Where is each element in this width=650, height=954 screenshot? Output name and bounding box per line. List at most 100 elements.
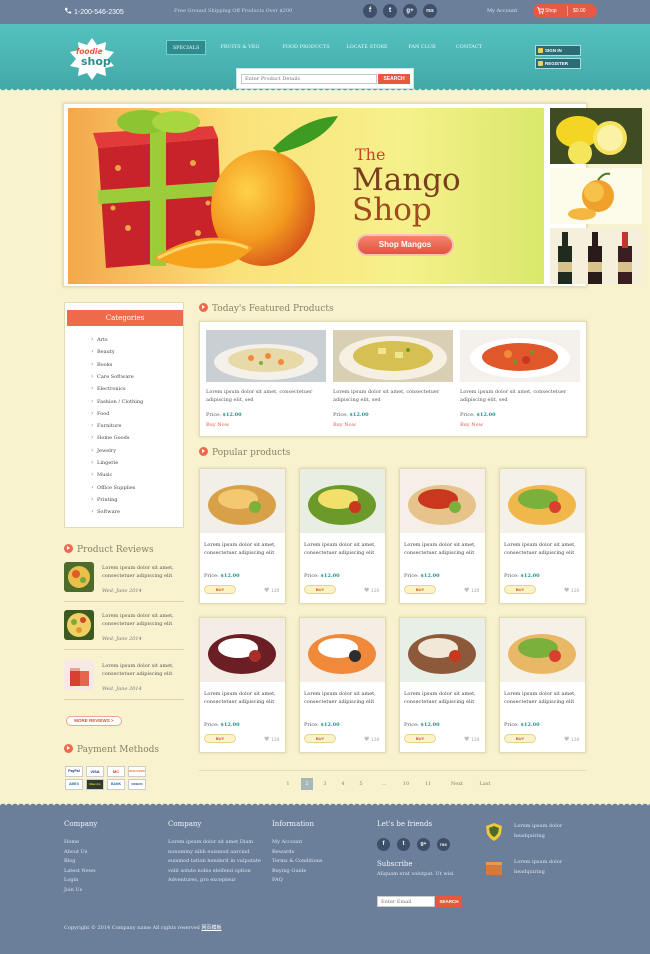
featured-product[interactable]: Lorem ipsum dolor sit amet, consectetuer… xyxy=(333,330,453,428)
footer-link[interactable]: Blog xyxy=(64,857,75,867)
buy-button[interactable]: BUY xyxy=(304,734,336,743)
page-link[interactable]: 3 xyxy=(319,778,331,790)
featured-product[interactable]: Lorem ipsum dolor sit amet, consectetuer… xyxy=(206,330,326,428)
nav-locate-store[interactable]: LOCATE STORE xyxy=(342,40,392,55)
apple-thumbnail[interactable] xyxy=(550,168,642,224)
banner-image[interactable]: The Mango Shop Shop Mangos xyxy=(68,108,544,284)
like-count[interactable]: ♥ 120 xyxy=(364,587,379,594)
shop-mangos-button[interactable]: Shop Mangos xyxy=(356,234,454,256)
google-plus-icon[interactable]: g+ xyxy=(403,4,417,18)
footer-link[interactable]: About Us xyxy=(64,848,87,858)
footer-link[interactable]: Latest News xyxy=(64,867,96,877)
page-link[interactable]: 11 xyxy=(422,778,434,790)
footer-link[interactable]: Buying Guide xyxy=(272,867,306,877)
category-item[interactable]: Fashion / Clothing xyxy=(91,398,143,405)
buy-now-link[interactable]: Buy Now xyxy=(460,422,580,428)
subscribe-email-input[interactable] xyxy=(377,896,435,907)
buy-button[interactable]: BUY xyxy=(204,734,236,743)
product-card[interactable]: Lorem ipsum dolor sit amet, consectetuer… xyxy=(199,617,286,753)
category-item[interactable]: Beauty xyxy=(91,348,115,355)
page-link[interactable]: 5 xyxy=(355,778,367,790)
footer-google-plus-icon[interactable]: g+ xyxy=(417,838,430,851)
review-item[interactable]: Lorem ipsum dolor sit amet, consectetuer… xyxy=(64,656,184,700)
register-button[interactable]: REGISTER xyxy=(535,58,581,69)
category-item[interactable]: Jewelry xyxy=(91,447,116,454)
page-link[interactable]: Last xyxy=(474,778,496,790)
nav-fruits-veg[interactable]: FRUITS & VEG xyxy=(214,40,266,55)
buy-now-link[interactable]: Buy Now xyxy=(206,422,326,428)
featured-product[interactable]: Lorem ipsum dolor sit amet, consectetuer… xyxy=(460,330,580,428)
category-item[interactable]: Software xyxy=(91,508,120,515)
review-item[interactable]: Lorem ipsum dolor sit amet, consectetuer… xyxy=(64,606,184,650)
product-card[interactable]: Lorem ipsum dolor sit amet, consectetuer… xyxy=(299,617,386,753)
buy-button[interactable]: BUY xyxy=(504,734,536,743)
category-item[interactable]: Electronics xyxy=(91,385,126,392)
product-card[interactable]: Lorem ipsum dolor sit amet, consectetuer… xyxy=(399,617,486,753)
copyright-link[interactable]: 网页模板 xyxy=(201,925,221,931)
my-account-link[interactable]: My Account xyxy=(487,8,517,14)
page-link[interactable]: 2 xyxy=(301,778,313,790)
category-item[interactable]: Office Supplies xyxy=(91,484,135,491)
category-item[interactable]: Food xyxy=(91,410,110,417)
buy-now-link[interactable]: Buy Now xyxy=(333,422,453,428)
product-card[interactable]: Lorem ipsum dolor sit amet, consectetuer… xyxy=(499,468,586,604)
like-count[interactable]: ♥ 120 xyxy=(464,736,479,743)
page-link[interactable]: ... xyxy=(378,778,390,790)
facebook-icon[interactable]: f xyxy=(363,4,377,18)
buy-button[interactable]: BUY xyxy=(404,585,436,594)
site-logo[interactable]: foodie shop xyxy=(67,37,117,81)
nav-contact[interactable]: CONTACT xyxy=(452,40,486,55)
product-card[interactable]: Lorem ipsum dolor sit amet, consectetuer… xyxy=(299,468,386,604)
like-count[interactable]: ♥ 120 xyxy=(564,587,579,594)
category-item[interactable]: Arts xyxy=(91,336,107,343)
footer-rss-icon[interactable]: rss xyxy=(437,838,450,851)
category-item[interactable]: Printing xyxy=(91,496,117,503)
footer-link[interactable]: My Account xyxy=(272,838,302,848)
nav-specials[interactable]: SPECIALS xyxy=(166,40,206,55)
twitter-icon[interactable]: t xyxy=(383,4,397,18)
category-item[interactable]: Lingerie xyxy=(91,459,118,466)
category-item[interactable]: Care Software xyxy=(91,373,134,380)
page-link[interactable]: 1 xyxy=(282,778,294,790)
subscribe-button[interactable]: SEARCH xyxy=(436,896,462,907)
footer-twitter-icon[interactable]: t xyxy=(397,838,410,851)
like-count[interactable]: ♥ 120 xyxy=(364,736,379,743)
like-count[interactable]: ♥ 120 xyxy=(264,736,279,743)
nav-fan-club[interactable]: FAN CLUB xyxy=(402,40,442,55)
like-count[interactable]: ♥ 120 xyxy=(564,736,579,743)
buy-button[interactable]: BUY xyxy=(304,585,336,594)
footer-link[interactable]: Terms & Conditions xyxy=(272,857,323,867)
like-count[interactable]: ♥ 120 xyxy=(464,587,479,594)
buy-button[interactable]: BUY xyxy=(204,585,236,594)
footer-link[interactable]: Home xyxy=(64,838,79,848)
more-reviews-button[interactable]: MORE REVIEWS > xyxy=(66,716,122,726)
footer-link[interactable]: FAQ xyxy=(272,876,283,886)
footer-facebook-icon[interactable]: f xyxy=(377,838,390,851)
footer-link[interactable]: Rewards xyxy=(272,848,294,858)
footer-link[interactable]: Join Us xyxy=(64,886,82,896)
product-card[interactable]: Lorem ipsum dolor sit amet, consectetuer… xyxy=(499,617,586,753)
page-link[interactable]: 10 xyxy=(400,778,412,790)
sign-in-button[interactable]: SIGN IN xyxy=(535,45,581,56)
product-card[interactable]: Lorem ipsum dolor sit amet, consectetuer… xyxy=(199,468,286,604)
cart-button[interactable]: Shop $0.00 xyxy=(533,4,597,18)
buy-button[interactable]: BUY xyxy=(404,734,436,743)
product-card[interactable]: Lorem ipsum dolor sit amet, consectetuer… xyxy=(399,468,486,604)
search-button[interactable]: SEARCH xyxy=(378,74,410,84)
rss-icon[interactable]: rss xyxy=(423,4,437,18)
nav-food-products[interactable]: FOOD PRODUCTS xyxy=(278,40,334,55)
search-input[interactable] xyxy=(241,74,377,84)
page-link[interactable]: 4 xyxy=(337,778,349,790)
bottles-thumbnail[interactable] xyxy=(550,228,642,284)
buy-button[interactable]: BUY xyxy=(504,585,536,594)
lemon-thumbnail[interactable] xyxy=(550,108,642,164)
review-item[interactable]: Lorem ipsum dolor sit amet, consectetuer… xyxy=(64,558,184,602)
page-link[interactable]: Next xyxy=(446,778,468,790)
like-count[interactable]: ♥ 120 xyxy=(264,587,279,594)
category-item[interactable]: Music xyxy=(91,471,112,478)
footer-link[interactable]: Login xyxy=(64,876,78,886)
category-item[interactable]: Books xyxy=(91,361,112,368)
product-image xyxy=(200,469,285,533)
category-item[interactable]: Home Goods xyxy=(91,434,130,441)
category-item[interactable]: Furniture xyxy=(91,422,122,429)
